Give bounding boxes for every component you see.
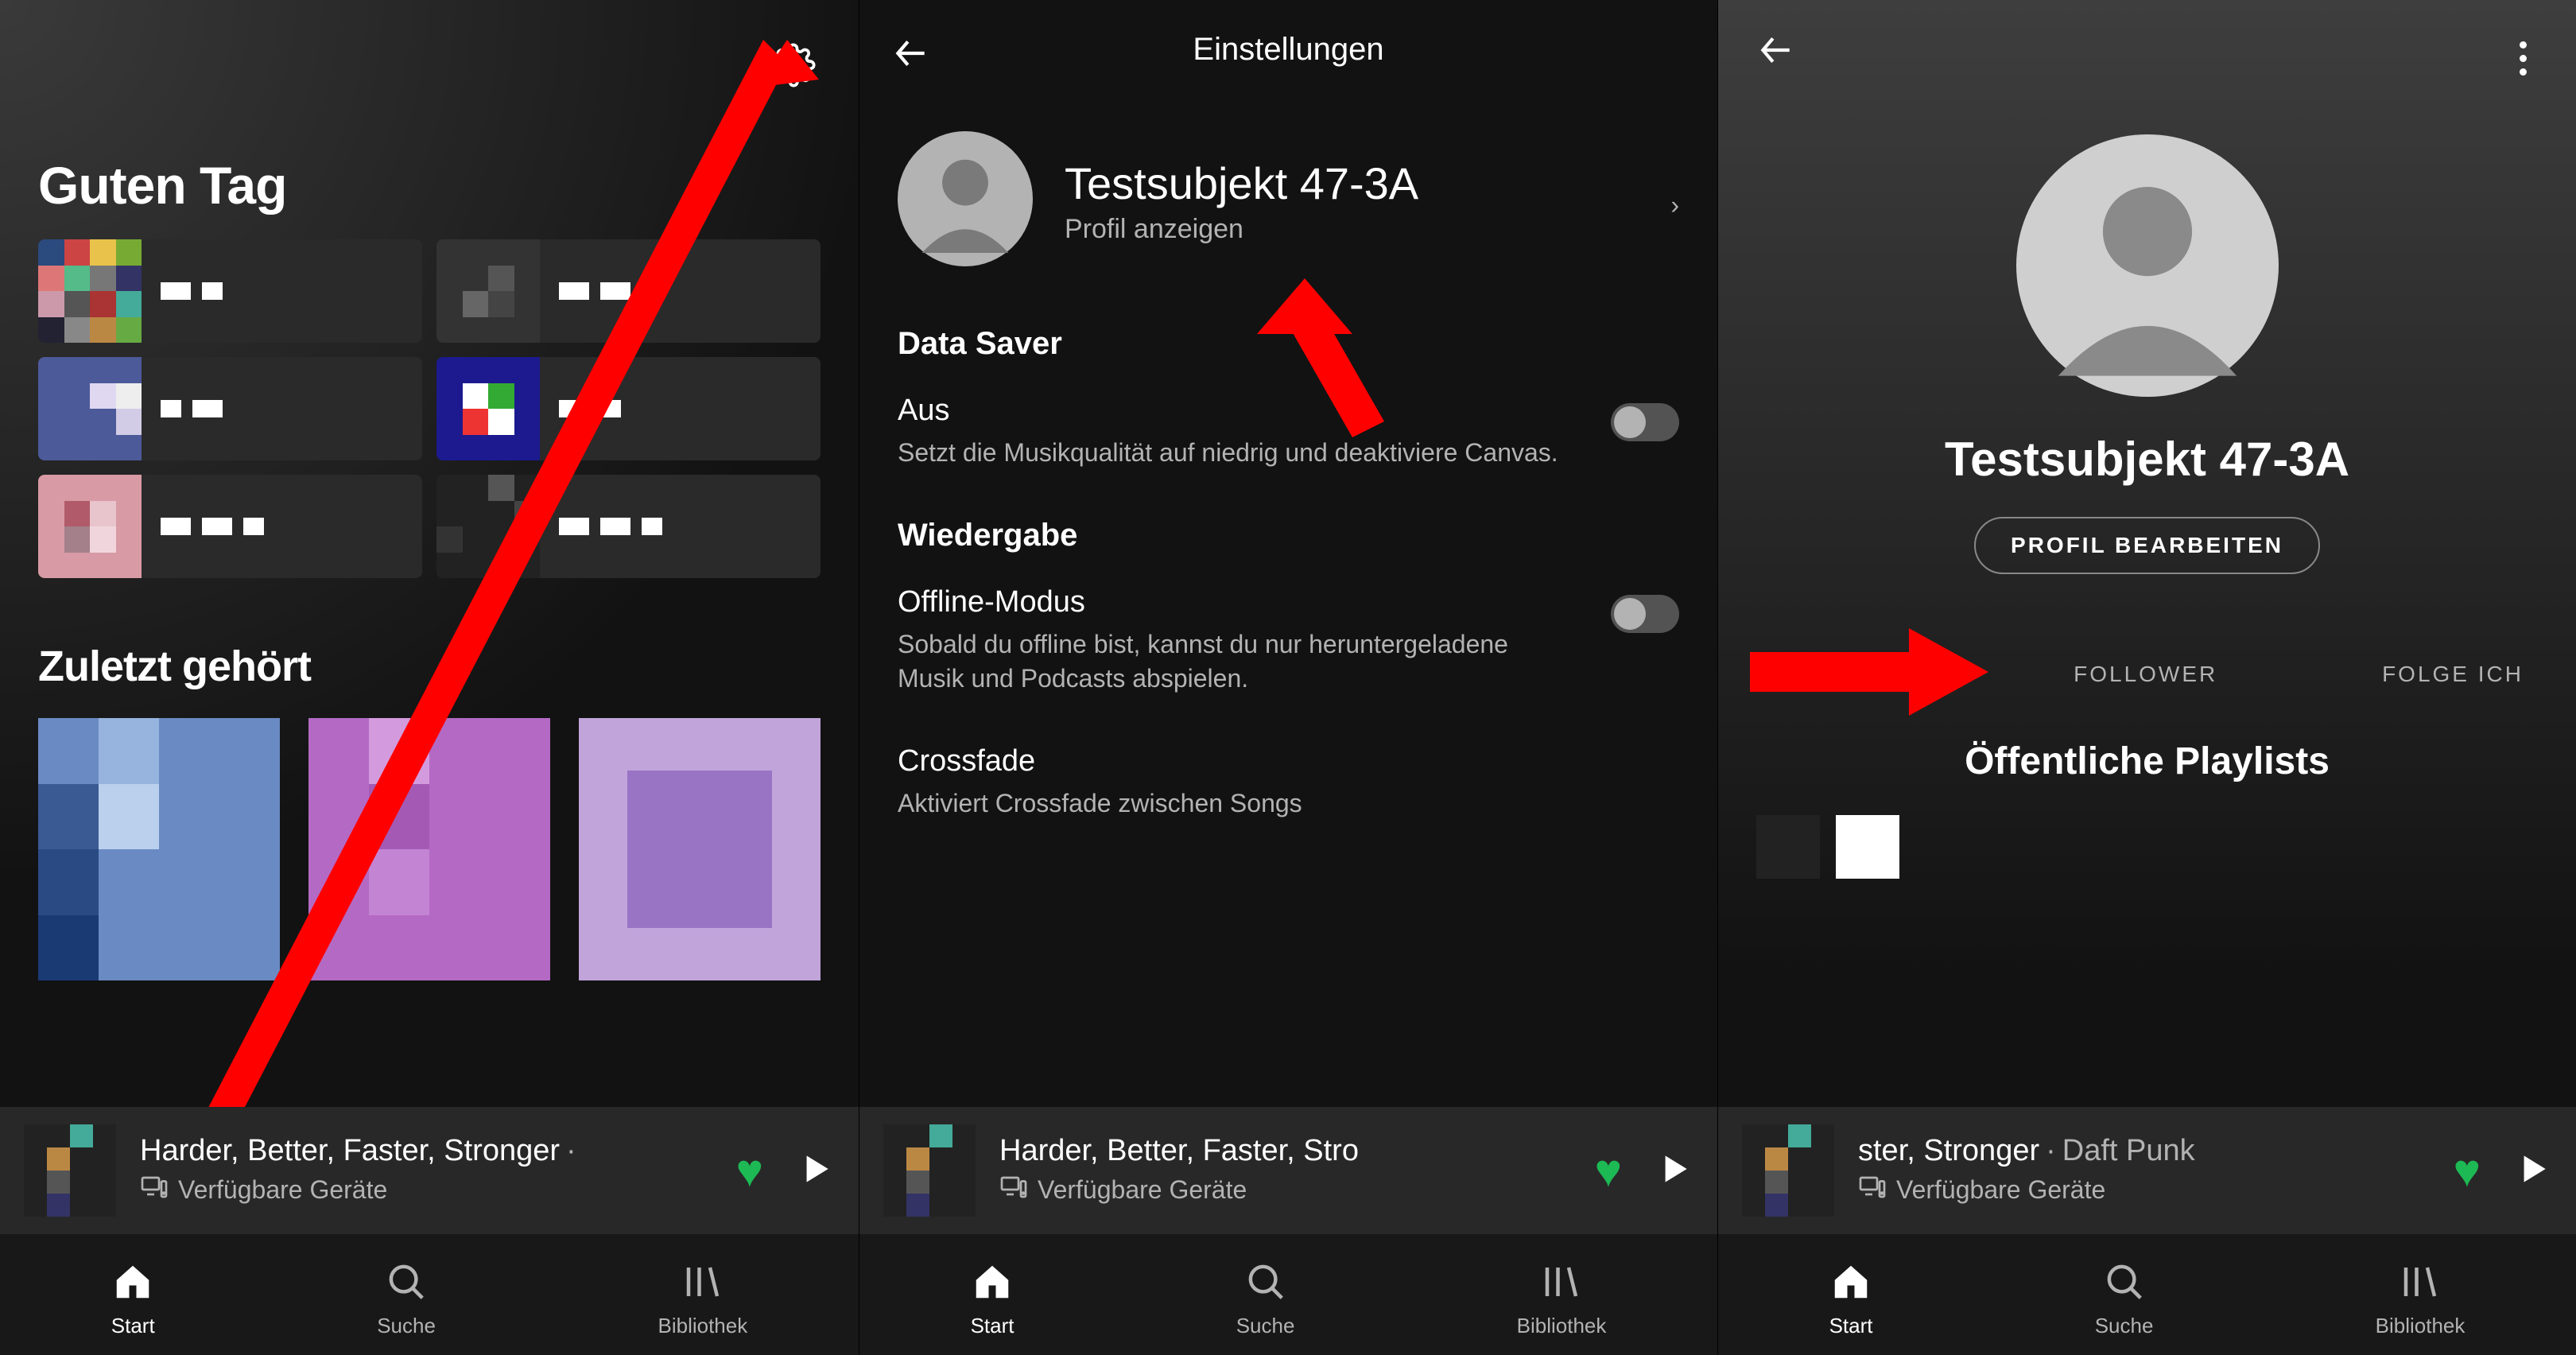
group-heading-playback: Wiedergabe bbox=[898, 518, 1679, 553]
search-icon bbox=[2103, 1260, 2146, 1307]
devices-icon[interactable] bbox=[140, 1173, 169, 1208]
public-playlists-heading: Öffentliche Playlists bbox=[1718, 740, 2576, 783]
search-icon bbox=[385, 1260, 428, 1307]
home-icon bbox=[971, 1260, 1014, 1307]
nav-library[interactable]: Bibliothek bbox=[658, 1260, 747, 1338]
recent-row[interactable] bbox=[38, 718, 821, 980]
nav-search[interactable]: Suche bbox=[1236, 1260, 1295, 1338]
bottom-nav: Start Suche Bibliothek bbox=[1718, 1234, 2576, 1355]
play-icon[interactable] bbox=[795, 1149, 835, 1193]
now-playing-bar[interactable]: ster, Stronger·Daft Punk Verfügbare Gerä… bbox=[1718, 1107, 2576, 1234]
library-icon bbox=[681, 1260, 724, 1307]
nav-search[interactable]: Suche bbox=[2095, 1260, 2154, 1338]
bottom-nav: Start Suche Bibliothek bbox=[0, 1234, 859, 1355]
now-playing-track: Harder, Better, Faster, Stronger bbox=[140, 1134, 560, 1167]
recent-card[interactable] bbox=[308, 718, 550, 980]
screen-settings: Einstellungen Testsubjekt 47-3A Profil a… bbox=[859, 0, 1717, 1355]
heart-icon[interactable]: ♥ bbox=[2454, 1144, 2481, 1198]
tab-playlists[interactable]: PLAYLISTS bbox=[1771, 662, 1909, 687]
nav-start[interactable]: Start bbox=[1829, 1260, 1873, 1338]
group-heading-data-saver: Data Saver bbox=[898, 326, 1679, 362]
quick-tiles-grid bbox=[38, 239, 821, 578]
quick-tile[interactable] bbox=[436, 239, 821, 343]
now-playing-bar[interactable]: Harder, Better, Faster, Stronger· Verfüg… bbox=[0, 1107, 859, 1234]
nav-start[interactable]: Start bbox=[971, 1260, 1014, 1338]
home-icon bbox=[1829, 1260, 1872, 1307]
library-icon bbox=[2399, 1260, 2442, 1307]
public-playlists-row bbox=[1718, 783, 2576, 879]
quick-tile[interactable] bbox=[38, 357, 422, 460]
nav-library[interactable]: Bibliothek bbox=[2376, 1260, 2465, 1338]
settings-title: Einstellungen bbox=[1193, 32, 1383, 68]
setting-data-saver-off[interactable]: Aus Setzt die Musikqualität auf niedrig … bbox=[898, 394, 1679, 470]
back-icon[interactable] bbox=[891, 33, 931, 77]
kebab-menu-icon[interactable] bbox=[2508, 30, 2538, 87]
toggle-offline-mode[interactable] bbox=[1611, 595, 1679, 633]
nav-search[interactable]: Suche bbox=[377, 1260, 436, 1338]
setting-offline-mode[interactable]: Offline-Modus Sobald du offline bist, ka… bbox=[898, 585, 1679, 696]
profile-subtitle: Profil anzeigen bbox=[1065, 214, 1418, 245]
tab-follower[interactable]: FOLLOWER bbox=[2074, 662, 2217, 687]
playlist-thumb[interactable] bbox=[1756, 815, 1820, 879]
quick-tile[interactable] bbox=[436, 357, 821, 460]
bottom-nav: Start Suche Bibliothek bbox=[859, 1234, 1717, 1355]
screen-profile: Testsubjekt 47-3A PROFIL BEARBEITEN PLAY… bbox=[1717, 0, 2576, 1355]
screen-home: Guten Tag Zuletzt gehört bbox=[0, 0, 859, 1355]
now-playing-art[interactable] bbox=[24, 1124, 116, 1217]
play-icon[interactable] bbox=[1654, 1149, 1693, 1193]
now-playing-bar[interactable]: Harder, Better, Faster, Stro Verfügbare … bbox=[859, 1107, 1717, 1234]
gear-icon[interactable] bbox=[771, 43, 816, 91]
now-playing-art[interactable] bbox=[1742, 1124, 1834, 1217]
now-playing-artist: Daft Punk bbox=[2062, 1134, 2195, 1167]
profile-row[interactable]: Testsubjekt 47-3A Profil anzeigen › bbox=[859, 99, 1717, 310]
devices-label[interactable]: Verfügbare Geräte bbox=[1038, 1175, 1247, 1205]
play-icon[interactable] bbox=[2512, 1149, 2552, 1193]
back-icon[interactable] bbox=[1756, 30, 1796, 87]
quick-tile[interactable] bbox=[38, 475, 422, 578]
edit-profile-button[interactable]: PROFIL BEARBEITEN bbox=[1974, 517, 2320, 574]
heart-icon[interactable]: ♥ bbox=[1595, 1144, 1622, 1198]
greeting-heading: Guten Tag bbox=[38, 155, 821, 215]
quick-tile[interactable] bbox=[436, 475, 821, 578]
recent-card[interactable] bbox=[579, 718, 821, 980]
home-icon bbox=[111, 1260, 154, 1307]
quick-tile[interactable] bbox=[38, 239, 422, 343]
nav-library[interactable]: Bibliothek bbox=[1517, 1260, 1607, 1338]
profile-name-large: Testsubjekt 47-3A bbox=[1718, 432, 2576, 487]
avatar-icon bbox=[898, 131, 1033, 270]
devices-icon[interactable] bbox=[999, 1173, 1028, 1208]
now-playing-track: Harder, Better, Faster, Stro bbox=[999, 1134, 1359, 1167]
devices-icon[interactable] bbox=[1858, 1173, 1887, 1208]
nav-start[interactable]: Start bbox=[111, 1260, 155, 1338]
tab-following[interactable]: FOLGE ICH bbox=[2382, 662, 2524, 687]
library-icon bbox=[1540, 1260, 1583, 1307]
now-playing-track: ster, Stronger bbox=[1858, 1134, 2039, 1167]
toggle-data-saver[interactable] bbox=[1611, 403, 1679, 441]
profile-name: Testsubjekt 47-3A bbox=[1065, 157, 1418, 209]
search-icon bbox=[1244, 1260, 1287, 1307]
chevron-right-icon: › bbox=[1670, 190, 1679, 219]
devices-label[interactable]: Verfügbare Geräte bbox=[178, 1175, 387, 1205]
recent-card[interactable] bbox=[38, 718, 280, 980]
recent-heading: Zuletzt gehört bbox=[38, 642, 821, 691]
devices-label[interactable]: Verfügbare Geräte bbox=[1896, 1175, 2105, 1205]
profile-avatar-large[interactable] bbox=[1718, 134, 2576, 397]
setting-crossfade[interactable]: Crossfade Aktiviert Crossfade zwischen S… bbox=[898, 744, 1679, 821]
heart-icon[interactable]: ♥ bbox=[736, 1144, 763, 1198]
now-playing-art[interactable] bbox=[883, 1124, 976, 1217]
playlist-thumb[interactable] bbox=[1836, 815, 1899, 879]
